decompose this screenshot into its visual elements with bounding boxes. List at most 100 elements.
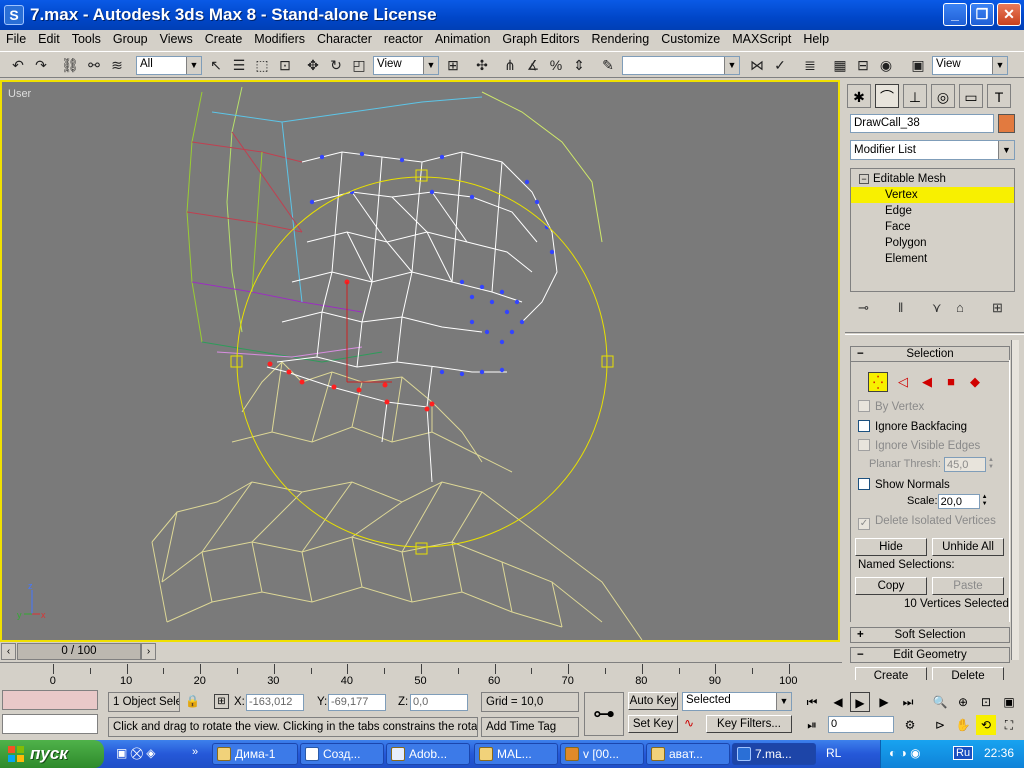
zoom-extents-icon[interactable]: ⊡ [976,692,996,712]
key-mode-dropdown[interactable]: Selected ▼ [682,692,792,711]
z-coordinate-field[interactable]: 0,0 [410,694,468,711]
arc-rotate-icon[interactable]: ⟲ [976,715,996,735]
time-slider[interactable]: ‹ 0 / 100 › [0,642,842,661]
field-of-view-icon[interactable]: ⊳ [930,715,950,735]
named-selection-set-dropdown[interactable]: ▼ [622,56,740,75]
language-indicator[interactable]: RL [826,746,841,760]
quick-launch-icons[interactable]: ▣ ⛒ ◈ [116,746,155,761]
make-unique-icon[interactable]: ⋎ [932,300,942,316]
y-coordinate-field[interactable]: -69,177 [328,694,386,711]
reference-coordinate-dropdown[interactable]: View ▼ [373,56,439,75]
select-by-name-icon[interactable]: ☰ [229,55,249,75]
menu-file[interactable]: File [0,30,32,50]
edit-geometry-rollout-header[interactable]: − Edit Geometry [850,647,1010,663]
stack-face[interactable]: Face [851,219,1014,235]
pivot-center-icon[interactable]: ⊞ [443,55,463,75]
menu-help[interactable]: Help [797,30,835,50]
close-button[interactable]: ✕ [997,3,1021,26]
tray-app-icons[interactable]: ◐ ◑ ◉ [889,746,921,760]
menu-edit[interactable]: Edit [32,30,66,50]
select-object-icon[interactable]: ↖ [206,55,226,75]
minimize-button[interactable]: _ [943,3,967,26]
previous-frame-icon[interactable]: ◀ [828,692,848,712]
absolute-mode-icon[interactable]: ⊞ [214,694,229,709]
selection-filter-dropdown[interactable]: All ▼ [136,56,202,75]
paste-button[interactable]: Paste [932,577,1004,595]
copy-button[interactable]: Copy [855,577,927,595]
snap-toggle-icon[interactable]: ⋔ [500,55,520,75]
zoom-icon[interactable]: 🔍 [930,692,950,712]
set-key-button[interactable]: Set Key [628,715,678,733]
zoom-all-icon[interactable]: ⊕ [953,692,973,712]
normals-scale-spinner[interactable]: Scale: 20,0 ▲ ▼ [907,494,990,509]
play-icon[interactable]: ▶ [850,692,870,712]
stack-element[interactable]: Element [851,251,1014,267]
menu-group[interactable]: Group [107,30,154,50]
select-and-rotate-icon[interactable]: ↻ [326,55,346,75]
render-scene-icon[interactable]: ▣ [908,55,928,75]
menu-maxscript[interactable]: MAXScript [726,30,797,50]
maximize-button[interactable]: ❐ [970,3,994,26]
select-and-move-icon[interactable]: ✥ [303,55,323,75]
command-panel-scrollbar[interactable] [1011,340,1019,660]
current-frame-field[interactable]: 0 [828,716,894,733]
menu-graph-editors[interactable]: Graph Editors [496,30,585,50]
element-mode-icon[interactable]: ◆ [965,372,985,392]
by-vertex-checkbox[interactable]: By Vertex [858,399,1008,415]
key-mode-toggle-icon[interactable]: ⏯ [802,715,822,735]
spinner-snap-icon[interactable]: ⇕ [569,55,589,75]
face-mode-icon[interactable]: ◀ [917,372,937,392]
stack-edge[interactable]: Edge [851,203,1014,219]
add-time-tag[interactable]: Add Time Tag [481,717,579,737]
material-editor-icon[interactable]: ◉ [876,55,896,75]
viewport-user[interactable]: User z x y [0,80,840,642]
maximize-viewport-icon[interactable]: ⛶ [999,715,1019,735]
edge-mode-icon[interactable]: ◁ [893,372,913,392]
window-crossing-icon[interactable]: ⊡ [275,55,295,75]
time-slider-prev-icon[interactable]: ‹ [1,643,16,660]
configure-modifier-sets-icon[interactable]: ⊞ [992,300,1003,316]
menu-character[interactable]: Character [311,30,378,50]
default-in-out-tangent-icon[interactable]: ∿ [684,716,702,734]
start-button[interactable]: пуск [0,740,104,768]
task-3dsmax[interactable]: 7.ma... [732,743,816,765]
menu-rendering[interactable]: Rendering [586,30,656,50]
maxscript-listener-mini[interactable] [2,690,98,710]
utilities-tab-icon[interactable]: T [987,84,1011,108]
menu-tools[interactable]: Tools [66,30,107,50]
x-coordinate-field[interactable]: -163,012 [246,694,304,711]
bind-space-warp-icon[interactable]: ≋ [107,55,127,75]
unhide-all-button[interactable]: Unhide All [932,538,1004,556]
pin-stack-icon[interactable]: ⊸ [858,300,869,316]
modify-tab-icon[interactable]: ⌒ [875,84,899,108]
selection-lock-icon[interactable]: 🔒 [185,694,200,708]
delete-button[interactable]: Delete [932,667,1004,680]
curve-editor-icon[interactable]: ▦ [830,55,850,75]
task-folder-avatar[interactable]: авaт... [646,743,730,765]
key-filters-button[interactable]: Key Filters... [706,715,792,733]
motion-tab-icon[interactable]: ◎ [931,84,955,108]
auto-key-button[interactable]: Auto Key [628,692,678,710]
menu-modifiers[interactable]: Modifiers [248,30,311,50]
percent-snap-icon[interactable]: % [546,55,566,75]
go-to-start-icon[interactable]: ⏮ [802,692,822,712]
next-frame-icon[interactable]: ▶ [874,692,894,712]
zoom-extents-all-icon[interactable]: ▣ [999,692,1019,712]
rectangular-selection-icon[interactable]: ⬚ [252,55,272,75]
time-slider-next-icon[interactable]: › [141,643,156,660]
tray-language[interactable]: Ru [953,746,974,760]
schematic-view-icon[interactable]: ⊟ [853,55,873,75]
planar-thresh-spinner[interactable]: Planar Thresh: 45,0 ▲ ▼ [869,457,996,472]
layer-manager-icon[interactable]: ≣ [800,55,820,75]
show-normals-checkbox[interactable]: Show Normals [858,477,1008,493]
menu-views[interactable]: Views [154,30,199,50]
ignore-backfacing-checkbox[interactable]: Ignore Backfacing [858,419,1008,435]
redo-icon[interactable]: ↷ [31,55,51,75]
maxscript-listener-input[interactable] [2,714,98,734]
quick-launch-overflow-icon[interactable]: » [192,746,198,758]
time-configuration-icon[interactable]: ⚙ [900,715,920,735]
hierarchy-tab-icon[interactable]: ⊥ [903,84,927,108]
stack-editable-mesh[interactable]: − Editable Mesh [851,171,1014,187]
stack-vertex[interactable]: Vertex [851,187,1014,203]
object-name-input[interactable]: DrawCall_38 [850,114,994,133]
